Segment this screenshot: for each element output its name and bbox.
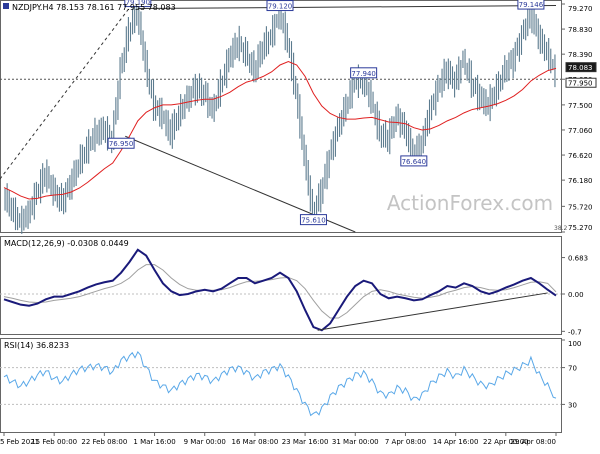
- x-tick-label: 31 Mar 00:00: [332, 438, 379, 446]
- dashed-trendline: [0, 1, 135, 180]
- price-annotation-label: 76.950: [109, 140, 134, 148]
- macd-panel-frame: [0, 236, 562, 335]
- price-ytick-label: 77.500: [568, 102, 593, 110]
- x-tick-label: 23 Mar 16:00: [282, 438, 329, 446]
- rsi-ytick-label: 70: [568, 365, 577, 373]
- price-annotation-label: 76.640: [402, 158, 427, 166]
- x-tick-label: 9 Mar 00:00: [184, 438, 226, 446]
- price-ytick-label: 75.720: [568, 203, 593, 211]
- resistance-line: [137, 5, 557, 10]
- axis-layer: 5 Feb 202115 Feb 00:00 22 Feb 08:00 1 Mar …: [0, 433, 557, 446]
- fib-corner-label: 38.2: [554, 225, 568, 232]
- watermark: ActionForex.com: [387, 191, 553, 215]
- rsi-ytick-label: 30: [568, 401, 577, 409]
- rsi-ytick-label: 100: [568, 340, 581, 348]
- macd-ytick-label: -0.7: [568, 328, 582, 336]
- macd-ytick-label: 0.00: [568, 291, 584, 299]
- current-price-tag-label: 78.083: [568, 64, 593, 72]
- price-header: NZDJPY.H4 78.153 78.161 77.955 78.083: [12, 3, 176, 12]
- price-ytick-label: 78.390: [568, 51, 593, 59]
- price-ytick-label: 78.830: [568, 26, 593, 34]
- x-tick-label: 7 Apr 08:00: [385, 438, 426, 446]
- x-tick-label: 16 Mar 08:00: [232, 438, 279, 446]
- rsi-panel-frame: [0, 338, 562, 433]
- chart-svg: ActionForex.com 79.270 78.830 78.390 77.950…: [0, 0, 597, 446]
- price-annotation-label: 77.940: [351, 70, 376, 78]
- x-tick-label: 15 Feb 00:00: [31, 438, 77, 446]
- macd-layer: 0.683 0.00 -0.7: [0, 248, 588, 336]
- price-ytick-label: 77.060: [568, 127, 593, 135]
- price-ytick-label: 75.270: [568, 224, 593, 232]
- price-ytick-label: 79.270: [568, 5, 593, 13]
- price-annotation-label: 79.120: [268, 3, 293, 11]
- price-ytick-label: 76.180: [568, 177, 593, 185]
- x-tick-label: 22 Feb 08:00: [81, 438, 127, 446]
- macd-ytick-label: 0.683: [568, 255, 588, 263]
- rsi-line: [3, 350, 557, 417]
- macd-divergence-line: [317, 292, 548, 331]
- rsi-layer: 100 70 30: [0, 339, 581, 417]
- price-annotation-label: 75.610: [301, 217, 326, 225]
- x-tick-label: 29 Apr 08:00: [510, 438, 556, 446]
- price-ytick-label: 76.620: [568, 152, 593, 160]
- macd-line: [3, 248, 557, 332]
- x-tick-label: 14 Apr 16:00: [433, 438, 479, 446]
- current-price-tag-label: 77.950: [568, 80, 593, 88]
- macd-header: MACD(12,26,9) -0.0308 0.0449: [4, 239, 129, 248]
- chart-container: ActionForex.com 79.270 78.830 78.390 77.950…: [0, 0, 600, 450]
- rsi-header: RSI(14) 36.8233: [4, 341, 69, 350]
- symbol-marker-icon: [3, 3, 9, 9]
- price-annotation-label: 79.146: [519, 1, 544, 9]
- x-tick-label: 1 Mar 16:00: [133, 438, 175, 446]
